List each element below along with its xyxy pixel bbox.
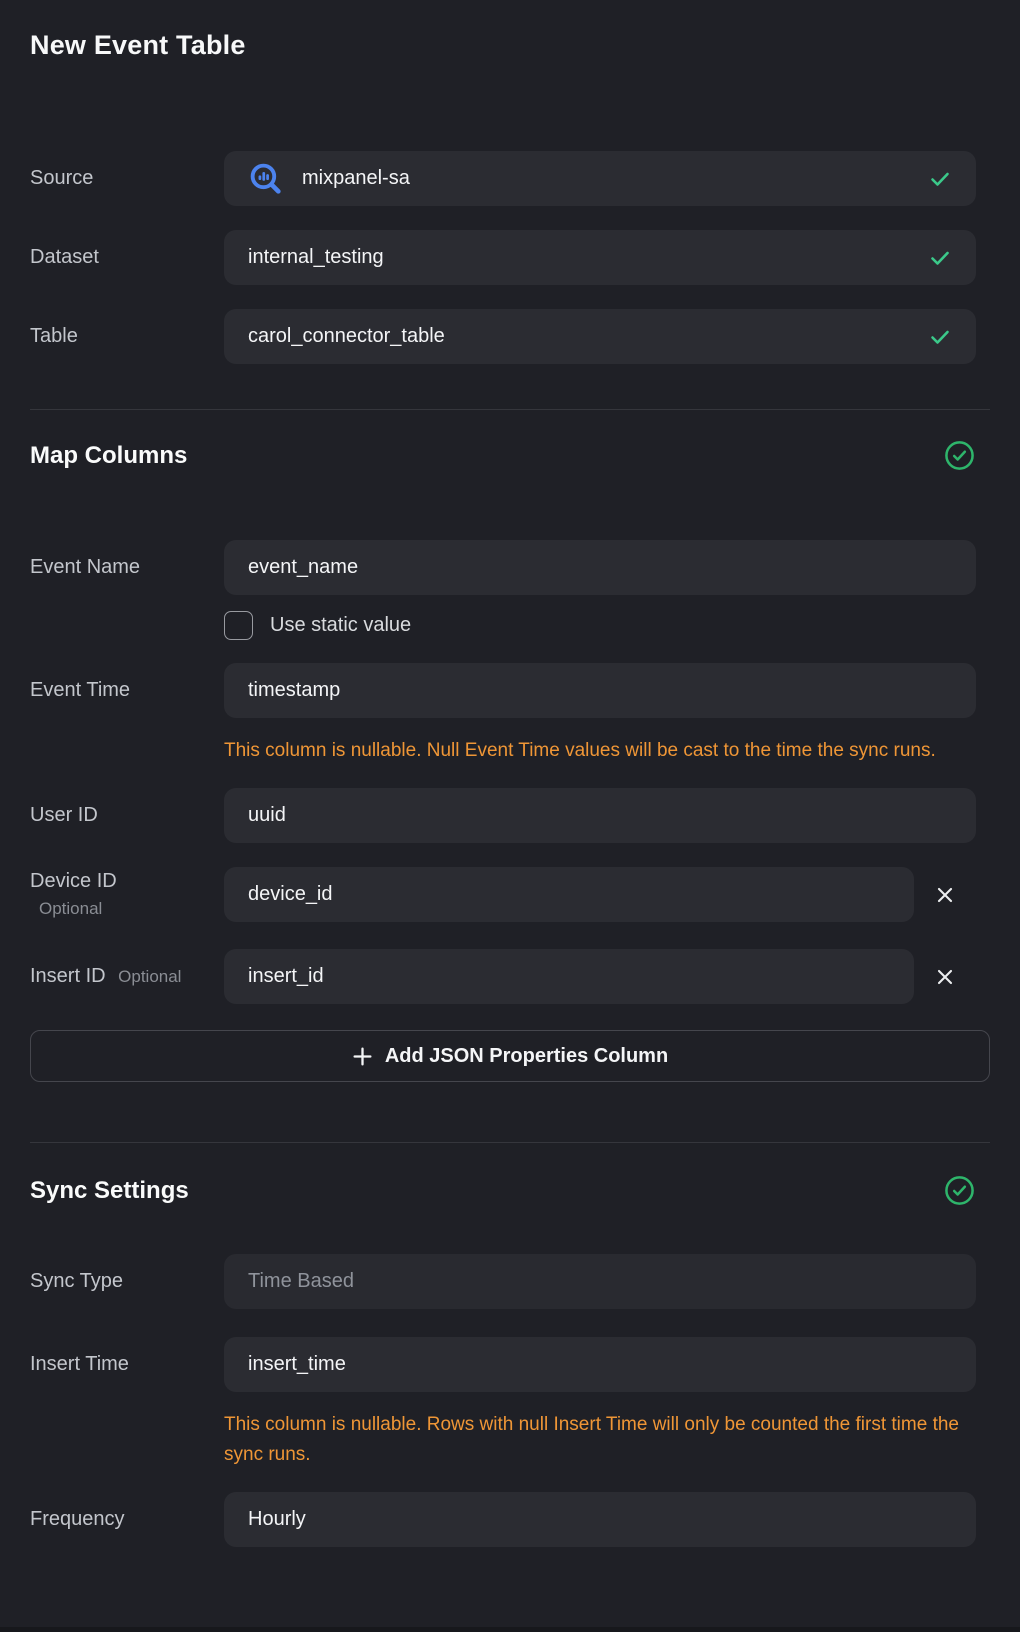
source-value: mixpanel-sa xyxy=(302,167,916,190)
insert-id-optional-tag: Optional xyxy=(118,967,181,986)
add-json-properties-column-button[interactable]: Add JSON Properties Column xyxy=(30,1030,990,1082)
dataset-valid-check-icon xyxy=(928,246,952,270)
use-static-value-checkbox[interactable] xyxy=(224,611,253,640)
user-id-input[interactable]: uuid xyxy=(224,788,976,843)
use-static-value-label: Use static value xyxy=(270,614,411,637)
frequency-label: Frequency xyxy=(30,1508,224,1531)
event-time-label: Event Time xyxy=(30,679,224,702)
source-row: Source mixpanel-sa xyxy=(30,151,990,206)
use-static-value-row: Use static value xyxy=(224,611,990,640)
remove-insert-id-button[interactable] xyxy=(914,949,976,1004)
insert-id-row: Insert ID Optional insert_id xyxy=(30,949,990,1004)
table-valid-check-icon xyxy=(928,325,952,349)
user-id-value: uuid xyxy=(248,804,952,827)
dataset-label: Dataset xyxy=(30,246,224,269)
insert-time-nullable-warning: This column is nullable. Rows with null … xyxy=(224,1410,976,1470)
map-columns-complete-icon xyxy=(944,440,975,471)
event-name-input[interactable]: event_name xyxy=(224,540,976,595)
bottom-edge-strip xyxy=(0,1627,1020,1632)
remove-device-id-button[interactable] xyxy=(914,867,976,922)
table-label: Table xyxy=(30,325,224,348)
source-input[interactable]: mixpanel-sa xyxy=(224,151,976,206)
device-id-label-text: Device ID xyxy=(30,870,117,892)
insert-time-input[interactable]: insert_time xyxy=(224,1337,976,1392)
plus-icon xyxy=(352,1046,373,1067)
user-id-row: User ID uuid xyxy=(30,788,990,843)
sync-type-row: Sync Type Time Based xyxy=(30,1254,990,1309)
sync-settings-section-heading: Sync Settings xyxy=(30,1175,990,1206)
dataset-input[interactable]: internal_testing xyxy=(224,230,976,285)
dataset-value: internal_testing xyxy=(248,246,916,269)
close-icon xyxy=(934,884,956,906)
page-title: New Event Table xyxy=(30,30,990,61)
frequency-input[interactable]: Hourly xyxy=(224,1492,976,1547)
frequency-row: Frequency Hourly xyxy=(30,1492,990,1547)
sync-settings-complete-icon xyxy=(944,1175,975,1206)
section-divider xyxy=(30,1142,990,1143)
device-id-value: device_id xyxy=(248,883,890,906)
event-time-row: Event Time timestamp xyxy=(30,663,990,718)
close-icon xyxy=(934,966,956,988)
insert-id-value: insert_id xyxy=(248,965,890,988)
insert-id-label-text: Insert ID xyxy=(30,965,106,987)
map-columns-section-heading: Map Columns xyxy=(30,440,990,471)
sync-type-value: Time Based xyxy=(248,1270,952,1293)
event-time-value: timestamp xyxy=(248,679,952,702)
event-name-row: Event Name event_name xyxy=(30,540,990,595)
frequency-value: Hourly xyxy=(248,1508,952,1531)
bigquery-source-icon xyxy=(248,161,284,197)
table-input[interactable]: carol_connector_table xyxy=(224,309,976,364)
new-event-table-form: New Event Table Source mixpanel-sa xyxy=(0,0,1020,1547)
device-id-label: Device ID Optional xyxy=(30,870,224,919)
insert-id-input[interactable]: insert_id xyxy=(224,949,914,1004)
table-row: Table carol_connector_table xyxy=(30,309,990,364)
sync-settings-heading: Sync Settings xyxy=(30,1177,189,1205)
source-valid-check-icon xyxy=(928,167,952,191)
event-name-label: Event Name xyxy=(30,556,224,579)
add-json-button-label: Add JSON Properties Column xyxy=(385,1045,668,1068)
device-id-optional-tag: Optional xyxy=(30,899,224,919)
event-name-value: event_name xyxy=(248,556,952,579)
map-columns-heading: Map Columns xyxy=(30,442,187,470)
section-divider xyxy=(30,409,990,410)
event-time-nullable-warning: This column is nullable. Null Event Time… xyxy=(224,736,976,766)
insert-time-row: Insert Time insert_time xyxy=(30,1337,990,1392)
event-time-input[interactable]: timestamp xyxy=(224,663,976,718)
insert-id-label: Insert ID Optional xyxy=(30,965,224,988)
user-id-label: User ID xyxy=(30,804,224,827)
sync-type-label: Sync Type xyxy=(30,1270,224,1293)
source-label: Source xyxy=(30,167,224,190)
table-value: carol_connector_table xyxy=(248,325,916,348)
insert-time-value: insert_time xyxy=(248,1353,952,1376)
device-id-row: Device ID Optional device_id xyxy=(30,867,990,922)
sync-type-input[interactable]: Time Based xyxy=(224,1254,976,1309)
insert-time-label: Insert Time xyxy=(30,1353,224,1376)
dataset-row: Dataset internal_testing xyxy=(30,230,990,285)
device-id-input[interactable]: device_id xyxy=(224,867,914,922)
